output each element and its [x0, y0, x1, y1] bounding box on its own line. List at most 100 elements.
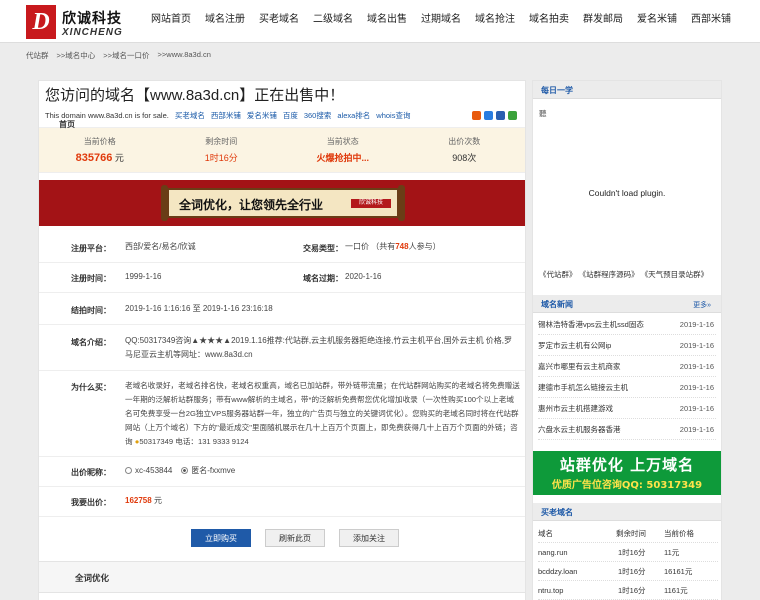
- nickname-radio-2[interactable]: [181, 467, 189, 474]
- link-daizhanqun[interactable]: 《代站群》: [539, 270, 577, 279]
- share-wechat-icon[interactable]: [508, 111, 517, 120]
- news-title: 域名新闻: [541, 300, 573, 309]
- refresh-button[interactable]: 刷新此页: [265, 529, 325, 547]
- share-qq-icon[interactable]: [484, 111, 493, 120]
- nav-second-level-domain[interactable]: 二级域名: [306, 0, 360, 42]
- action-buttons: 立即购买 刷新此页 添加关注: [191, 529, 399, 547]
- breadcrumb-item[interactable]: >>域名中心: [57, 50, 96, 61]
- current-status-value: 火爆抢拍中...: [316, 153, 369, 163]
- row-platform: 注册平台： 西部/爱名/易名/欣诚 交易类型： 一口价 （共有748人参与）: [39, 233, 525, 263]
- value-intro: QQ:50317349咨询▲★★★▲2019.1.16推荐:代站群,云主机服务器…: [125, 336, 513, 359]
- label-trade-type: 交易类型：: [303, 244, 343, 253]
- banner-scroll: 全词优化，让您领先全行业 欣诚科技: [161, 185, 405, 221]
- daily-header: 每日一学: [533, 81, 721, 99]
- table-row[interactable]: bcddzy.loan 1时16分 16161元: [538, 562, 718, 581]
- nav-expired-domain[interactable]: 过期域名: [414, 0, 468, 42]
- label-expire: 域名过期：: [303, 274, 343, 283]
- old-domain-table-header: 域名 剩余时间 当前价格: [538, 524, 718, 543]
- auction-stats: 当前价格 835766 元 剩余时间 1时16分 当前状态 火爆抢拍中... 出…: [39, 127, 525, 173]
- stat-bid-count: 出价次数 908次: [404, 128, 526, 172]
- news-item[interactable]: 嘉兴市哪里有云主机商家 2019-1-16: [538, 357, 716, 377]
- banner-seal: 欣诚科技: [351, 199, 391, 208]
- sidebar-links: 《代站群》 《站群程序源码》 《天气预目录站群》: [539, 269, 708, 280]
- news-item[interactable]: 罗定市云主机有公网ip 2019-1-16: [538, 336, 716, 356]
- share-weibo-icon[interactable]: [496, 111, 505, 120]
- nav-west-shop[interactable]: 西部米铺: [684, 0, 738, 42]
- row-bid: 我要出价： 162758 元: [39, 487, 525, 517]
- link-360-search[interactable]: 360搜索: [304, 110, 332, 121]
- link-weather-station[interactable]: 《天气预目录站群》: [641, 270, 709, 279]
- news-item[interactable]: 建德市手机怎么链接云主机 2019-1-16: [538, 378, 716, 398]
- share-qzone-icon[interactable]: [472, 111, 481, 120]
- label-reg-date: 注册时间：: [71, 274, 111, 283]
- sidebar: 每日一学 聽 Couldn't load plugin. 《代站群》 《站群程序…: [532, 80, 722, 600]
- banner-text: 全词优化，让您领先全行业: [179, 198, 324, 212]
- stat-remaining-time: 剩余时间 1时16分: [161, 128, 283, 172]
- row-dates: 注册时间： 1999-1-16 域名过期： 2020-1-16: [39, 263, 525, 293]
- page-title: 您访问的域名【www.8a3d.cn】正在出售中！: [45, 87, 345, 104]
- label-end-time: 结拍时间：: [71, 306, 111, 315]
- label-nickname: 出价昵称：: [71, 468, 111, 477]
- sale-suffix: is for sale.: [134, 111, 169, 120]
- link-west-shop[interactable]: 西部米铺: [211, 110, 241, 121]
- logo-name-cn: 欣诚科技: [62, 11, 122, 27]
- nav-domain-sale[interactable]: 域名出售: [360, 0, 414, 42]
- value-reg-platform: 西部/爱名/易名/欣诚: [125, 242, 196, 251]
- current-price-value: 835766: [75, 152, 113, 164]
- breadcrumb: 代站群 >>域名中心 >>域名一口价 >>www.8a3d.cn: [26, 50, 211, 61]
- ad-headline: 站群优化 上万域名: [559, 456, 695, 474]
- promo-banner[interactable]: 全词优化，让您领先全行业 欣诚科技: [39, 180, 525, 226]
- nav-domain-backorder[interactable]: 域名抢注: [468, 0, 522, 42]
- site-logo[interactable]: D 欣诚科技 XINCHENG: [26, 5, 151, 41]
- site-header: D 欣诚科技 XINCHENG 网站首页 域名注册 买老域名 二级域名 域名出售…: [0, 0, 760, 43]
- value-trade-type: 一口价 （共有748人参与）: [345, 242, 441, 251]
- logo-name-en: XINCHENG: [62, 27, 123, 38]
- row-why-buy: 为什么买： 老域名收录好，老域名排名快，老域名权重高，域名已加站群，带外链带流量…: [39, 371, 525, 457]
- link-aiming-shop[interactable]: 爱名米铺: [247, 110, 277, 121]
- stat-label: 当前状态: [326, 137, 359, 146]
- seo-subheading: 首页: [59, 120, 75, 129]
- news-item[interactable]: 锡林浩特香港vps云主机ssd固态 2019-1-16: [538, 315, 716, 335]
- plugin-error: Couldn't load plugin.: [588, 188, 666, 198]
- bid-field[interactable]: 162758 元: [125, 494, 162, 508]
- old-domain-title: 买老域名: [541, 508, 573, 517]
- link-buy-old-domain[interactable]: 买老域名: [175, 110, 205, 121]
- nav-mass-mail[interactable]: 群发邮局: [576, 0, 630, 42]
- remaining-time-value: 1时16分: [204, 153, 238, 163]
- nav-buy-old-domain[interactable]: 买老域名: [252, 0, 306, 42]
- follow-button[interactable]: 添加关注: [339, 529, 399, 547]
- seo-title: 全词优化: [75, 573, 110, 583]
- nickname-options: xc-453844 匿名-fxxmve: [125, 464, 235, 478]
- news-item[interactable]: 六盘水云主机服务器香港 2019-1-16: [538, 420, 716, 440]
- link-station-source[interactable]: 《站群程序源码》: [579, 270, 639, 279]
- label-intro: 域名介绍：: [71, 338, 111, 347]
- old-domain-header: 买老域名: [533, 503, 721, 521]
- value-expire: 2020-1-16: [345, 272, 382, 281]
- row-intro: 域名介绍： QQ:50317349咨询▲★★★▲2019.1.16推荐:代站群,…: [39, 325, 525, 371]
- nav-aiming-shop[interactable]: 爱名米铺: [630, 0, 684, 42]
- sale-domain: www.8a3d.cn: [87, 111, 133, 120]
- news-item[interactable]: 惠州市云主机搭建游戏 2019-1-16: [538, 399, 716, 419]
- link-whois[interactable]: whois查询: [376, 110, 410, 121]
- label-reg-platform: 注册平台：: [71, 244, 111, 253]
- nickname-radio-1[interactable]: [125, 467, 132, 474]
- nav-home[interactable]: 网站首页: [144, 0, 198, 42]
- news-more-link[interactable]: 更多»: [693, 300, 711, 310]
- link-alexa[interactable]: alexa排名: [337, 110, 370, 121]
- breadcrumb-item[interactable]: >>域名一口价: [103, 50, 149, 61]
- nav-domain-auction[interactable]: 域名拍卖: [522, 0, 576, 42]
- breadcrumb-item[interactable]: 代站群: [26, 50, 49, 61]
- news-header: 域名新闻 更多»: [533, 295, 721, 313]
- bid-count-value: 908次: [452, 153, 477, 163]
- price-unit: 元: [114, 153, 124, 163]
- col-domain: 域名: [538, 529, 553, 538]
- row-end-time: 结拍时间： 2019-1-16 1:16:16 至 2019-1-16 23:1…: [39, 293, 525, 325]
- buy-now-button[interactable]: 立即购买: [191, 529, 251, 547]
- link-baidu[interactable]: 百度: [283, 110, 298, 121]
- table-row[interactable]: nang.run 1时16分 11元: [538, 543, 718, 562]
- nav-domain-register[interactable]: 域名注册: [198, 0, 252, 42]
- nickname-option-1: xc-453844: [135, 466, 173, 475]
- table-row[interactable]: ntru.top 1时16分 1161元: [538, 581, 718, 600]
- sidebar-ad[interactable]: 站群优化 上万域名 优质广告位咨询QQ: 50317349: [533, 451, 721, 495]
- value-why-buy: 老域名收录好，老域名排名快，老域名权重高，域名已加站群，带外链带流量；在代站群网…: [125, 381, 520, 446]
